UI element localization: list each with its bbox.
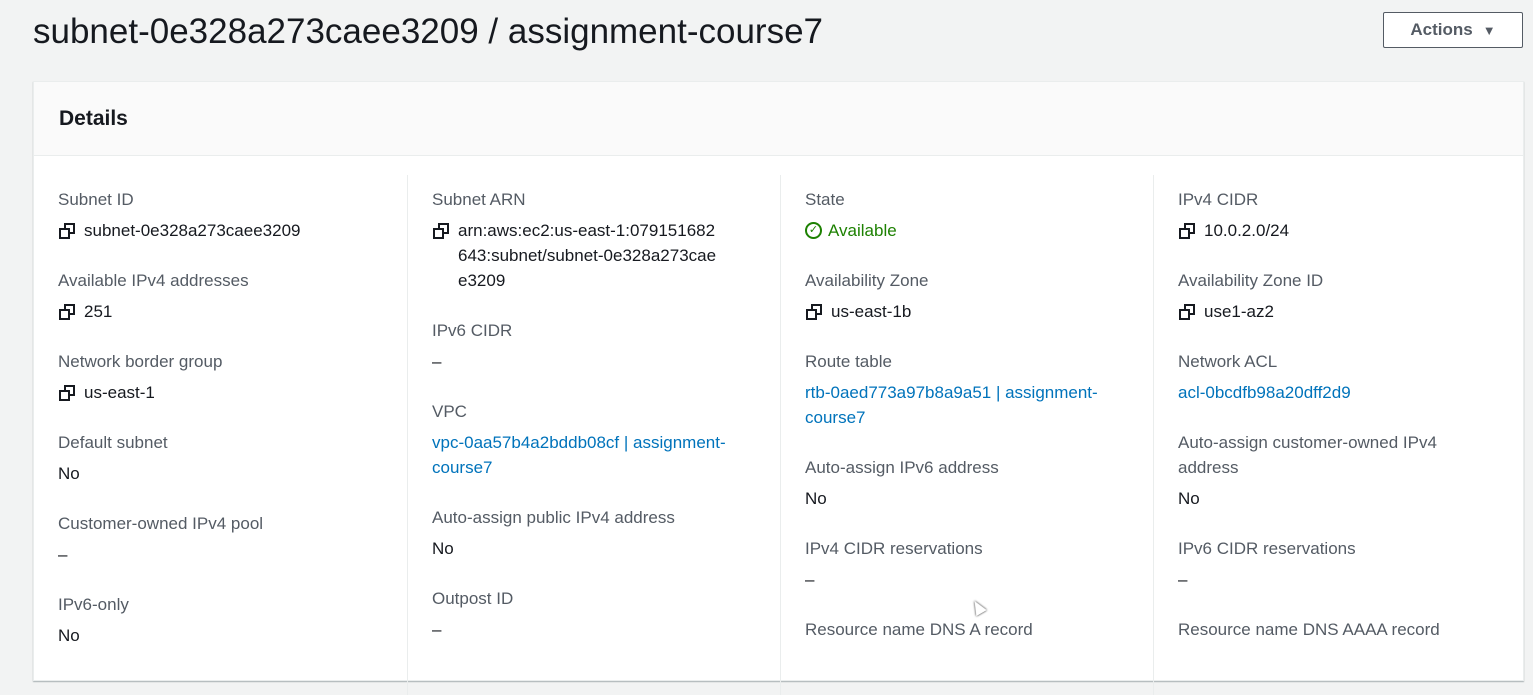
field-label: Network border group (58, 352, 223, 371)
field-value: us-east-1 (58, 380, 383, 405)
field-label: Subnet ID (58, 190, 134, 209)
field-label: IPv4 CIDR (1178, 190, 1259, 209)
auto-assign-public-ipv4-value: No (432, 539, 454, 558)
ipv4-cidr-value: 10.0.2.0/24 (1204, 221, 1290, 240)
field-auto-assign-customer-owned: Auto-assign customer-owned IPv4 address … (1178, 430, 1478, 511)
field-ipv6-only: IPv6-only No (58, 592, 383, 648)
status-badge: ✓ Available (805, 218, 1129, 243)
network-border-group-value: us-east-1 (84, 383, 155, 402)
caret-down-icon: ▼ (1482, 22, 1496, 38)
panel-title: Details (59, 106, 128, 130)
ipv6-cidr-value: – (432, 352, 442, 371)
field-label: IPv6-only (58, 595, 129, 614)
field-subnet-id: Subnet ID subnet-0e328a273caee3209 (58, 187, 383, 243)
actions-button-label: Actions (1410, 20, 1473, 39)
subnet-arn-value: arn:aws:ec2:us-east-1:079151682643:subne… (458, 221, 717, 290)
details-panel: Details Subnet ID subnet-0e328a273caee32… (33, 81, 1524, 695)
field-label: Resource name DNS AAAA record (1178, 620, 1440, 639)
copy-icon[interactable] (1178, 303, 1196, 321)
page-title: subnet-0e328a273caee3209 / assignment-co… (33, 12, 824, 51)
field-label: Availability Zone ID (1178, 271, 1324, 290)
copy-icon[interactable] (1178, 222, 1196, 240)
field-label: Customer-owned IPv4 pool (58, 514, 264, 533)
available-ipv4-value: 251 (84, 302, 113, 321)
field-label: Network ACL (1178, 352, 1278, 371)
auto-assign-ipv6-value: No (805, 489, 827, 508)
field-value: subnet-0e328a273caee3209 (58, 218, 383, 243)
availability-zone-value: us-east-1b (831, 302, 912, 321)
details-column-4: IPv4 CIDR 10.0.2.0/24 Availability Zone … (1153, 175, 1525, 695)
field-value: use1-az2 (1178, 299, 1501, 324)
field-label: Auto-assign customer-owned IPv4 address (1178, 433, 1437, 477)
field-auto-assign-ipv6: Auto-assign IPv6 address No (805, 455, 1129, 511)
field-label: Available IPv4 addresses (58, 271, 249, 290)
default-subnet-value: No (58, 464, 80, 483)
field-dns-aaaa-record: Resource name DNS AAAA record (1178, 617, 1501, 642)
copy-icon[interactable] (58, 384, 76, 402)
field-label: State (805, 190, 845, 209)
field-outpost-id: Outpost ID – (432, 586, 756, 642)
ipv6-only-value: No (58, 626, 80, 645)
field-dns-a-record: Resource name DNS A record (805, 617, 1129, 642)
field-auto-assign-public-ipv4: Auto-assign public IPv4 address No (432, 505, 756, 561)
field-ipv6-cidr: IPv6 CIDR – (432, 318, 756, 374)
copy-icon[interactable] (432, 222, 450, 240)
field-network-acl: Network ACL acl-0bcdfb98a20dff2d9 (1178, 349, 1501, 405)
outpost-id-value: – (432, 620, 442, 639)
field-route-table: Route table rtb-0aed773a97b8a9a51 | assi… (805, 349, 1125, 430)
panel-header: Details (34, 82, 1523, 156)
field-value: arn:aws:ec2:us-east-1:079151682643:subne… (432, 218, 722, 293)
field-label: Resource name DNS A record (805, 620, 1033, 639)
field-default-subnet: Default subnet No (58, 430, 383, 486)
subnet-id-value: subnet-0e328a273caee3209 (84, 221, 301, 240)
route-table-link[interactable]: rtb-0aed773a97b8a9a51 | assignment-cours… (805, 380, 1125, 430)
field-label: Availability Zone (805, 271, 929, 290)
field-label: IPv4 CIDR reservations (805, 539, 983, 558)
field-vpc: VPC vpc-0aa57b4a2bddb08cf | assignment-c… (432, 399, 752, 480)
field-customer-owned-pool: Customer-owned IPv4 pool – (58, 511, 383, 567)
actions-button[interactable]: Actions ▼ (1383, 12, 1523, 48)
field-availability-zone: Availability Zone us-east-1b (805, 268, 1129, 324)
field-label: Auto-assign public IPv4 address (432, 508, 675, 527)
field-subnet-arn: Subnet ARN arn:aws:ec2:us-east-1:0791516… (432, 187, 756, 293)
copy-icon[interactable] (58, 222, 76, 240)
field-label: Subnet ARN (432, 190, 526, 209)
ipv4-cidr-reservations-value: – (805, 570, 815, 589)
field-ipv4-cidr-reservations: IPv4 CIDR reservations – (805, 536, 1129, 592)
field-label: VPC (432, 402, 467, 421)
status-success-icon: ✓ (805, 222, 822, 239)
details-column-1: Subnet ID subnet-0e328a273caee3209 Avail… (34, 175, 407, 695)
field-state: State ✓ Available (805, 187, 1129, 243)
details-column-2: Subnet ARN arn:aws:ec2:us-east-1:0791516… (407, 175, 780, 695)
details-columns: Subnet ID subnet-0e328a273caee3209 Avail… (34, 175, 1523, 695)
field-label: Outpost ID (432, 589, 514, 608)
field-label: Default subnet (58, 433, 168, 452)
copy-icon[interactable] (805, 303, 823, 321)
field-value: 251 (58, 299, 383, 324)
details-column-3: State ✓ Available Availability Zone us-e… (780, 175, 1153, 695)
availability-zone-id-value: use1-az2 (1204, 302, 1274, 321)
field-ipv6-cidr-reservations: IPv6 CIDR reservations – (1178, 536, 1501, 592)
field-label: Route table (805, 352, 892, 371)
field-value: 10.0.2.0/24 (1178, 218, 1501, 243)
copy-icon[interactable] (58, 303, 76, 321)
auto-assign-customer-owned-value: No (1178, 489, 1200, 508)
field-label: IPv6 CIDR reservations (1178, 539, 1356, 558)
field-available-ipv4: Available IPv4 addresses 251 (58, 268, 383, 324)
network-acl-link[interactable]: acl-0bcdfb98a20dff2d9 (1178, 380, 1501, 405)
field-label: IPv6 CIDR (432, 321, 513, 340)
state-value: Available (828, 221, 897, 240)
customer-owned-pool-value: – (58, 545, 68, 564)
ipv6-cidr-reservations-value: – (1178, 570, 1188, 589)
field-value: us-east-1b (805, 299, 1129, 324)
field-availability-zone-id: Availability Zone ID use1-az2 (1178, 268, 1501, 324)
vpc-link[interactable]: vpc-0aa57b4a2bddb08cf | assignment-cours… (432, 430, 752, 480)
field-ipv4-cidr: IPv4 CIDR 10.0.2.0/24 (1178, 187, 1501, 243)
field-network-border-group: Network border group us-east-1 (58, 349, 383, 405)
field-label: Auto-assign IPv6 address (805, 458, 999, 477)
